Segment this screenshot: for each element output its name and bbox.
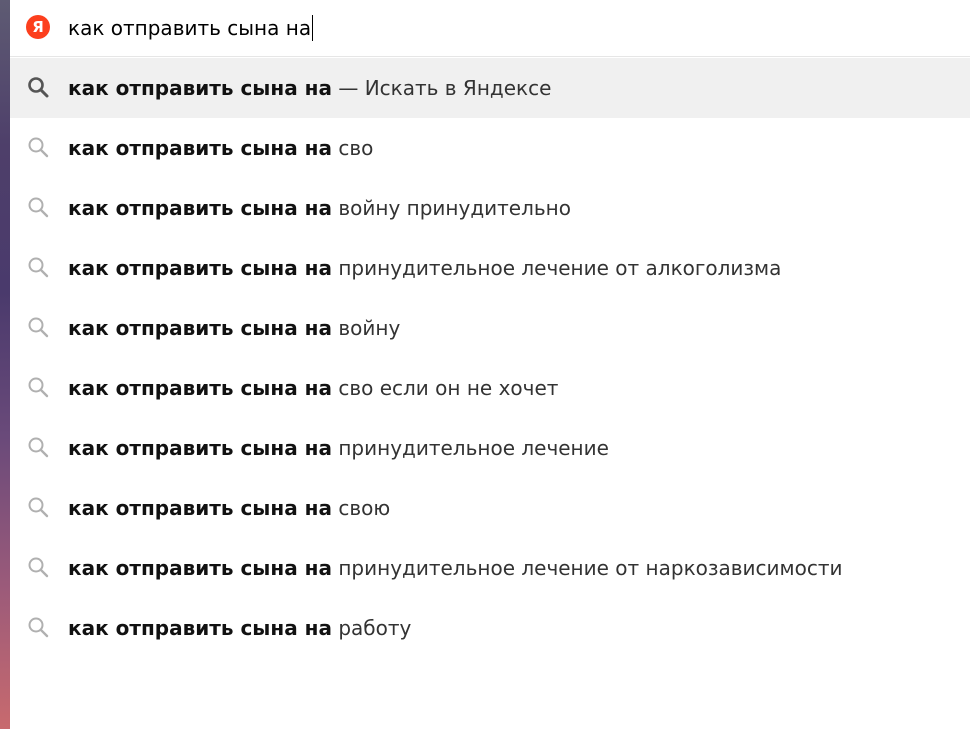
suggestion-label: как отправить сына на свою [68, 496, 391, 520]
suggestion-item[interactable]: как отправить сына на сво если он не хоч… [10, 358, 970, 418]
suggestion-list: как отправить сына на — Искать в Яндексе… [10, 58, 970, 658]
desktop-background-strip [0, 0, 10, 729]
yandex-logo-icon: Я [26, 15, 50, 39]
suggestion-item[interactable]: как отправить сына на принудительное леч… [10, 418, 970, 478]
search-query-text: как отправить сына на [68, 16, 312, 40]
suggestion-item-search-yandex[interactable]: как отправить сына на — Искать в Яндексе [10, 58, 970, 118]
suggestion-label: как отправить сына на принудительное леч… [68, 256, 782, 280]
suggestion-label: как отправить сына на сво если он не хоч… [68, 376, 559, 400]
search-bar[interactable]: Я как отправить сына на [10, 0, 970, 57]
suggestion-label: как отправить сына на войну [68, 316, 401, 340]
search-icon [28, 557, 49, 578]
suggestion-item[interactable]: как отправить сына на свою [10, 478, 970, 538]
search-input[interactable]: как отправить сына на [68, 0, 314, 56]
search-icon [28, 197, 49, 218]
search-icon [28, 317, 49, 338]
search-icon [28, 617, 49, 638]
suggestion-item[interactable]: как отправить сына на сво [10, 118, 970, 178]
suggestion-label: как отправить сына на принудительное леч… [68, 436, 609, 460]
suggestion-item[interactable]: как отправить сына на войну принудительн… [10, 178, 970, 238]
suggestion-label: как отправить сына на работу [68, 616, 412, 640]
search-icon [28, 257, 49, 278]
suggestion-item[interactable]: как отправить сына на войну [10, 298, 970, 358]
search-icon [28, 77, 49, 98]
search-icon [28, 497, 49, 518]
search-icon [28, 137, 49, 158]
suggestion-item[interactable]: как отправить сына на работу [10, 598, 970, 658]
suggestion-label: как отправить сына на войну принудительн… [68, 196, 571, 220]
text-cursor [312, 14, 314, 41]
suggestion-item[interactable]: как отправить сына на принудительное леч… [10, 238, 970, 298]
search-panel: Я как отправить сына на как отправить сы… [10, 0, 970, 729]
suggestion-label: как отправить сына на сво [68, 136, 374, 160]
search-icon [28, 377, 49, 398]
suggestion-label: как отправить сына на принудительное леч… [68, 556, 843, 580]
search-icon [28, 437, 49, 458]
suggestion-label: как отправить сына на — Искать в Яндексе [68, 76, 552, 100]
app-root: Я как отправить сына на как отправить сы… [0, 0, 970, 729]
suggestion-item[interactable]: как отправить сына на принудительное леч… [10, 538, 970, 598]
